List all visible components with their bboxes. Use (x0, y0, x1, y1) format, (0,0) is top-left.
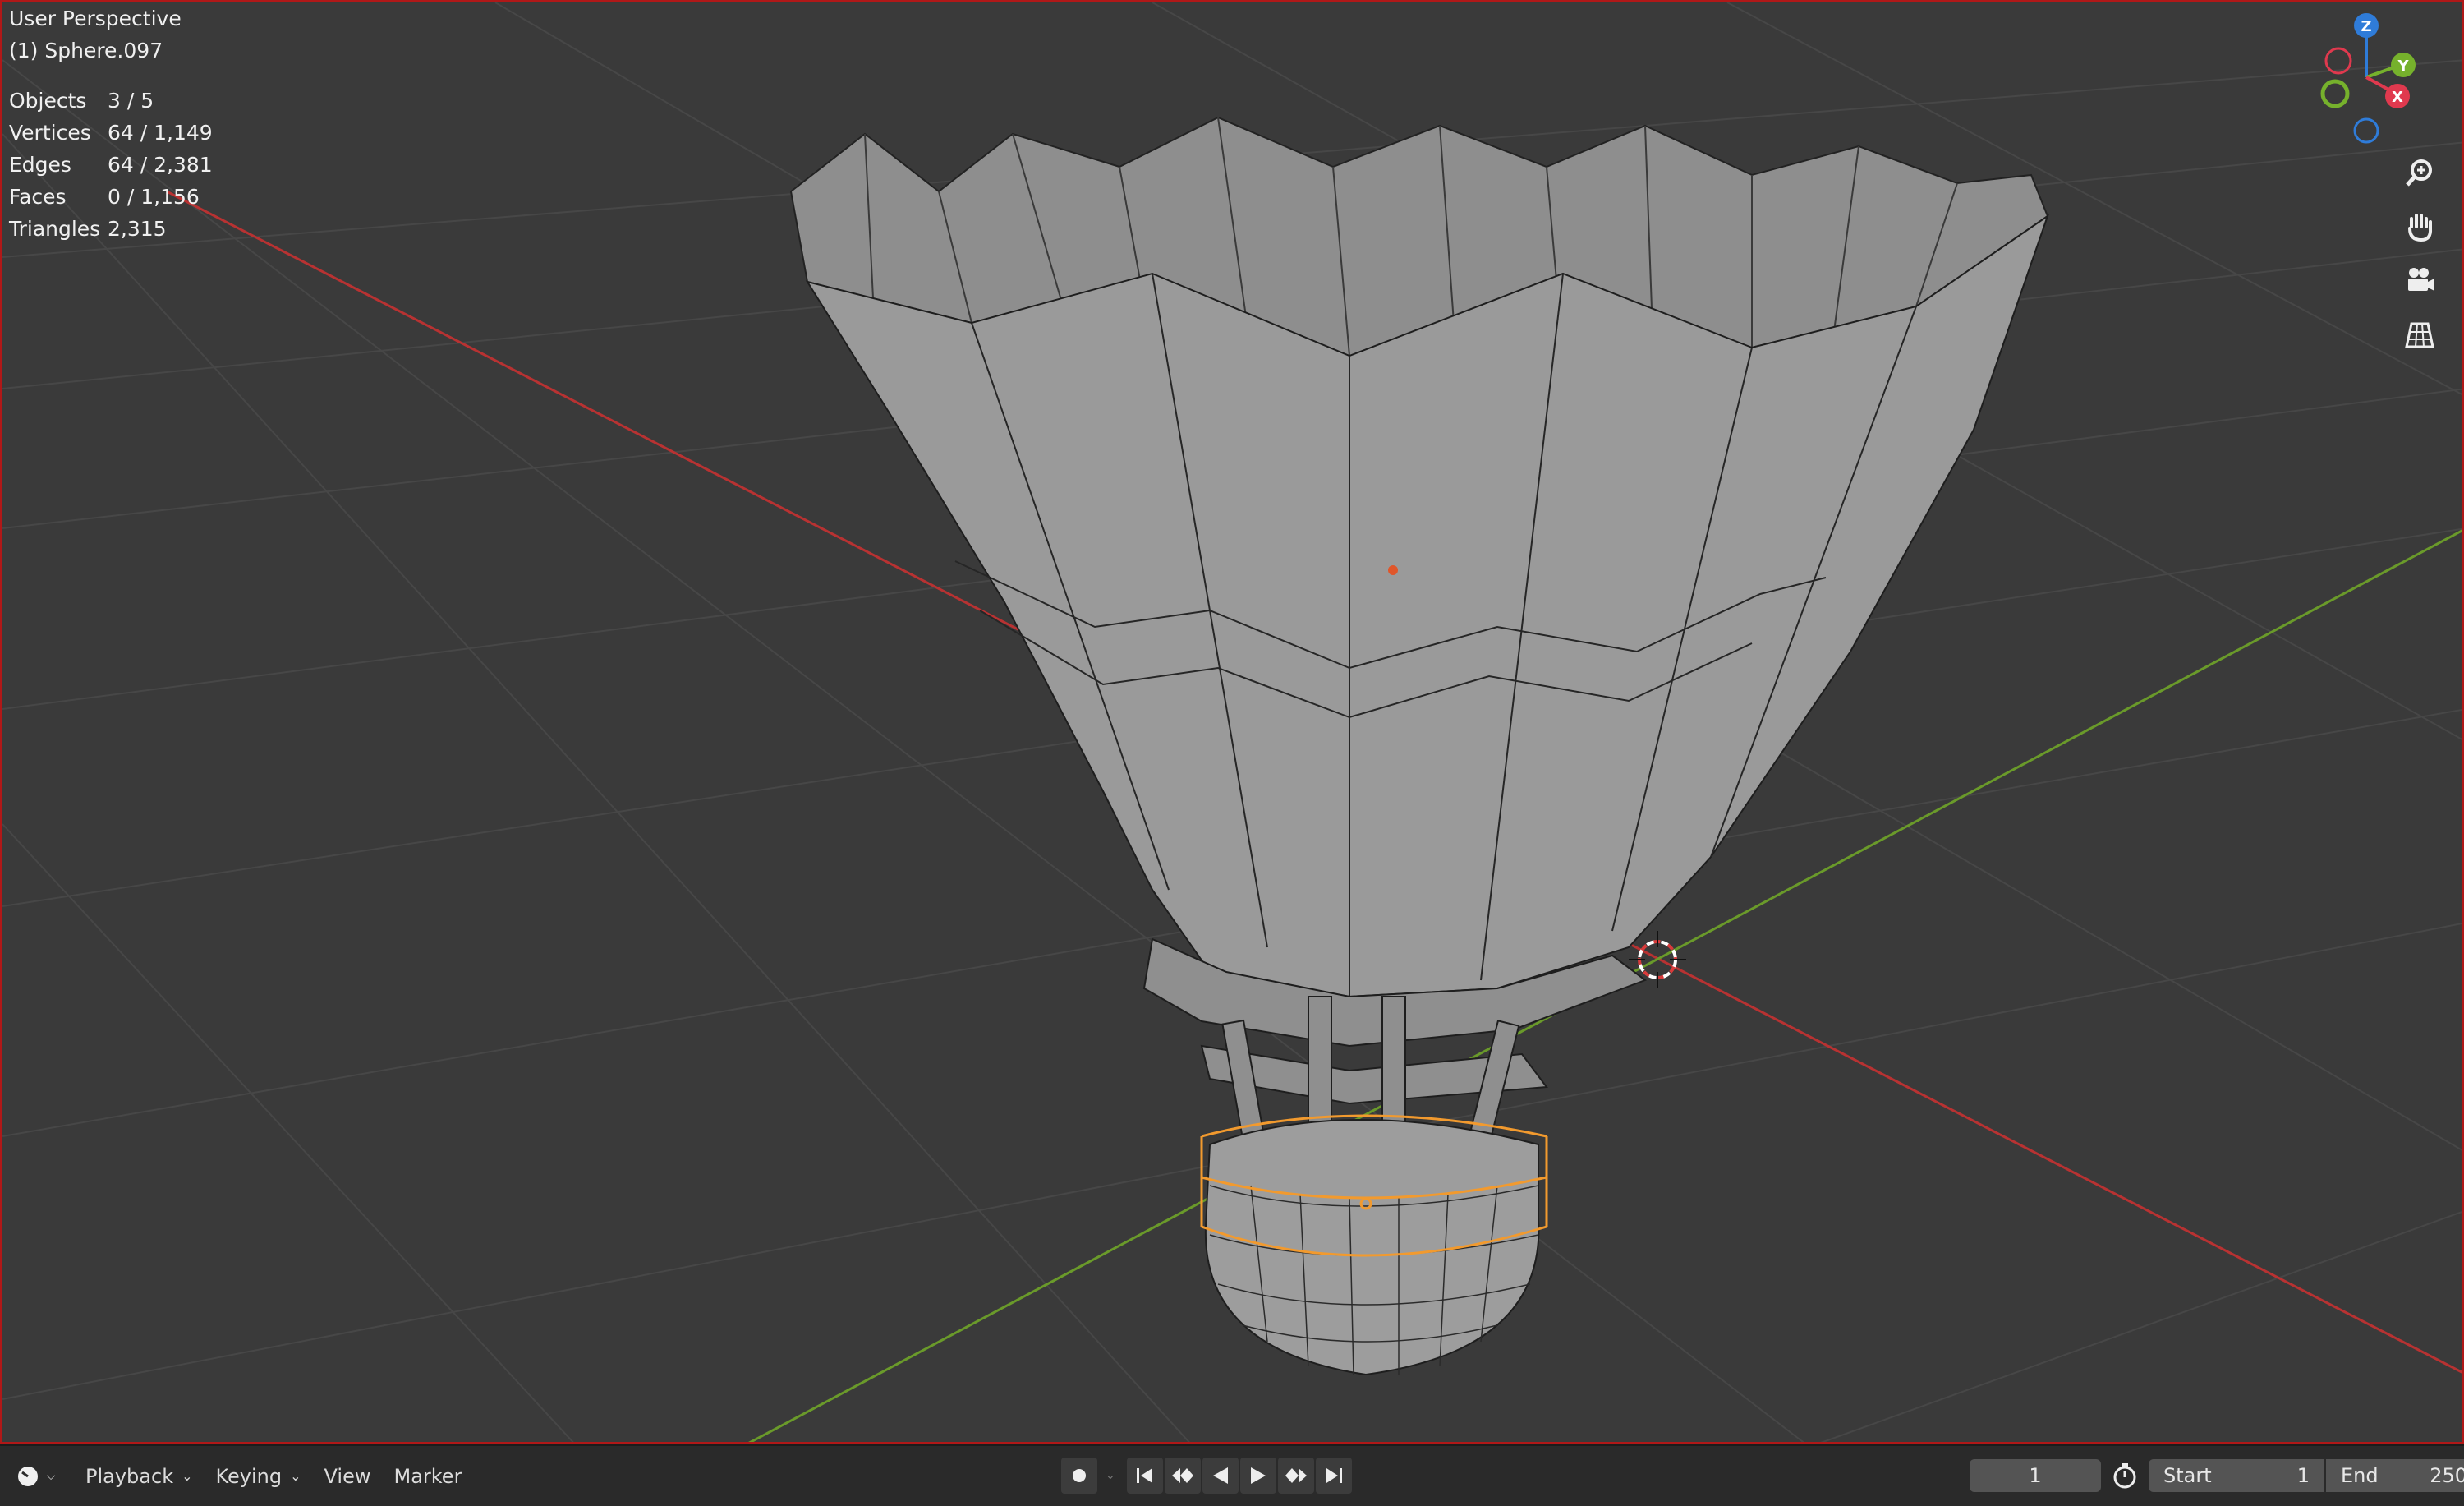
grid-perspective-icon (2405, 322, 2434, 348)
camera-view-button[interactable] (2397, 259, 2442, 303)
gizmo-neg-x[interactable] (2324, 47, 2352, 75)
jump-keyframe-next-button[interactable] (1278, 1458, 1314, 1494)
play-button[interactable] (1240, 1458, 1276, 1494)
stat-row-triangles: Triangles 2,315 (9, 213, 213, 245)
zoom-button[interactable] (2397, 150, 2442, 195)
menu-label: Keying (215, 1464, 283, 1488)
keyframe-prev-icon (1172, 1468, 1193, 1483)
play-icon (1251, 1467, 1266, 1484)
stat-value: 2,315 (108, 217, 167, 241)
stat-key: Triangles (9, 217, 101, 241)
camera-icon (2408, 268, 2434, 291)
menu-marker[interactable]: Marker (382, 1458, 473, 1494)
gizmo-y-label: Y (2397, 58, 2409, 75)
hand-pan-icon (2408, 214, 2433, 242)
menu-label: Playback (85, 1464, 174, 1488)
editor-type-dropdown[interactable]: ⌵ (10, 1458, 61, 1494)
viewport-stats-overlay: User Perspective (1) Sphere.097 Objects 3… (9, 2, 213, 245)
blender-window: User Perspective (1) Sphere.097 Objects 3… (0, 0, 2464, 1506)
play-reverse-icon (1213, 1467, 1228, 1484)
playback-controls: ⌄ (1061, 1458, 1354, 1494)
menu-view[interactable]: View (313, 1458, 383, 1494)
jump-to-end-button[interactable] (1316, 1458, 1352, 1494)
start-frame-field[interactable]: Start 1 (2149, 1459, 2324, 1492)
stat-key: Edges (9, 153, 71, 177)
timeline-header: ⌵ Playback ⌄ Keying ⌄ View Marker ⌄ 1 Star… (0, 1444, 2464, 1506)
menu-playback[interactable]: Playback ⌄ (74, 1458, 205, 1494)
stat-row-edges: Edges 64 / 2,381 (9, 149, 213, 181)
play-reverse-button[interactable] (1202, 1458, 1239, 1494)
record-icon (1073, 1469, 1086, 1482)
gizmo-neg-y[interactable] (2320, 79, 2350, 108)
chevron-down-icon: ⌄ (1106, 1469, 1115, 1482)
stat-row-vertices: Vertices 64 / 1,149 (9, 117, 213, 149)
stat-row-faces: Faces 0 / 1,156 (9, 181, 213, 213)
stat-key: Vertices (9, 121, 91, 145)
start-label: Start (2163, 1464, 2212, 1487)
skip-end-icon (1326, 1468, 1342, 1483)
view-name: User Perspective (9, 7, 182, 30)
stat-value: 64 / 2,381 (108, 153, 213, 177)
clock-icon (17, 1466, 38, 1486)
frame-range-controls: 1 Start 1 End 250 (1970, 1459, 2464, 1492)
chevron-down-icon: ⌵ (46, 1469, 56, 1483)
timeline-menus: Playback ⌄ Keying ⌄ View Marker (74, 1458, 473, 1494)
jump-keyframe-prev-button[interactable] (1165, 1458, 1201, 1494)
stat-key: Faces (9, 185, 67, 209)
3d-viewport[interactable]: User Perspective (1) Sphere.097 Objects 3… (0, 0, 2464, 1444)
start-value: 1 (2296, 1464, 2310, 1487)
menu-keying[interactable]: Keying ⌄ (205, 1458, 313, 1494)
stat-value: 64 / 1,149 (108, 121, 213, 145)
skip-start-icon (1137, 1468, 1152, 1483)
zoom-icon (2406, 159, 2432, 187)
menu-label: Marker (393, 1464, 462, 1488)
gizmo-z-label: Z (2361, 18, 2371, 35)
shuttlecock-mesh[interactable] (789, 116, 2049, 1376)
stat-key: Objects (9, 89, 87, 113)
end-frame-field[interactable]: End 250 (2326, 1459, 2464, 1492)
viewport-nav-buttons (2397, 150, 2447, 367)
navigation-gizmo[interactable]: Z Y X (2309, 7, 2432, 147)
stopwatch-icon (2113, 1463, 2136, 1489)
current-frame-field[interactable]: 1 (1970, 1459, 2101, 1492)
projection-toggle-button[interactable] (2397, 313, 2442, 357)
jump-to-start-button[interactable] (1127, 1458, 1163, 1494)
active-object-name: (1) Sphere.097 (9, 39, 163, 62)
end-label: End (2341, 1464, 2379, 1487)
gizmo-x-label: X (2392, 89, 2403, 106)
chevron-down-icon: ⌄ (182, 1468, 193, 1484)
stat-value: 0 / 1,156 (108, 185, 200, 209)
stat-row-objects: Objects 3 / 5 (9, 85, 213, 117)
chevron-down-icon: ⌄ (290, 1468, 301, 1484)
keyframe-next-icon (1285, 1468, 1307, 1483)
pan-button[interactable] (2397, 205, 2442, 249)
stat-value: 3 / 5 (108, 89, 154, 113)
gizmo-neg-z[interactable] (2353, 117, 2379, 144)
menu-label: View (324, 1464, 371, 1488)
stopwatch-button[interactable] (2101, 1461, 2149, 1490)
viewport-scene[interactable] (2, 2, 2464, 1444)
record-button[interactable] (1061, 1458, 1097, 1494)
end-value: 250 (2430, 1464, 2464, 1487)
